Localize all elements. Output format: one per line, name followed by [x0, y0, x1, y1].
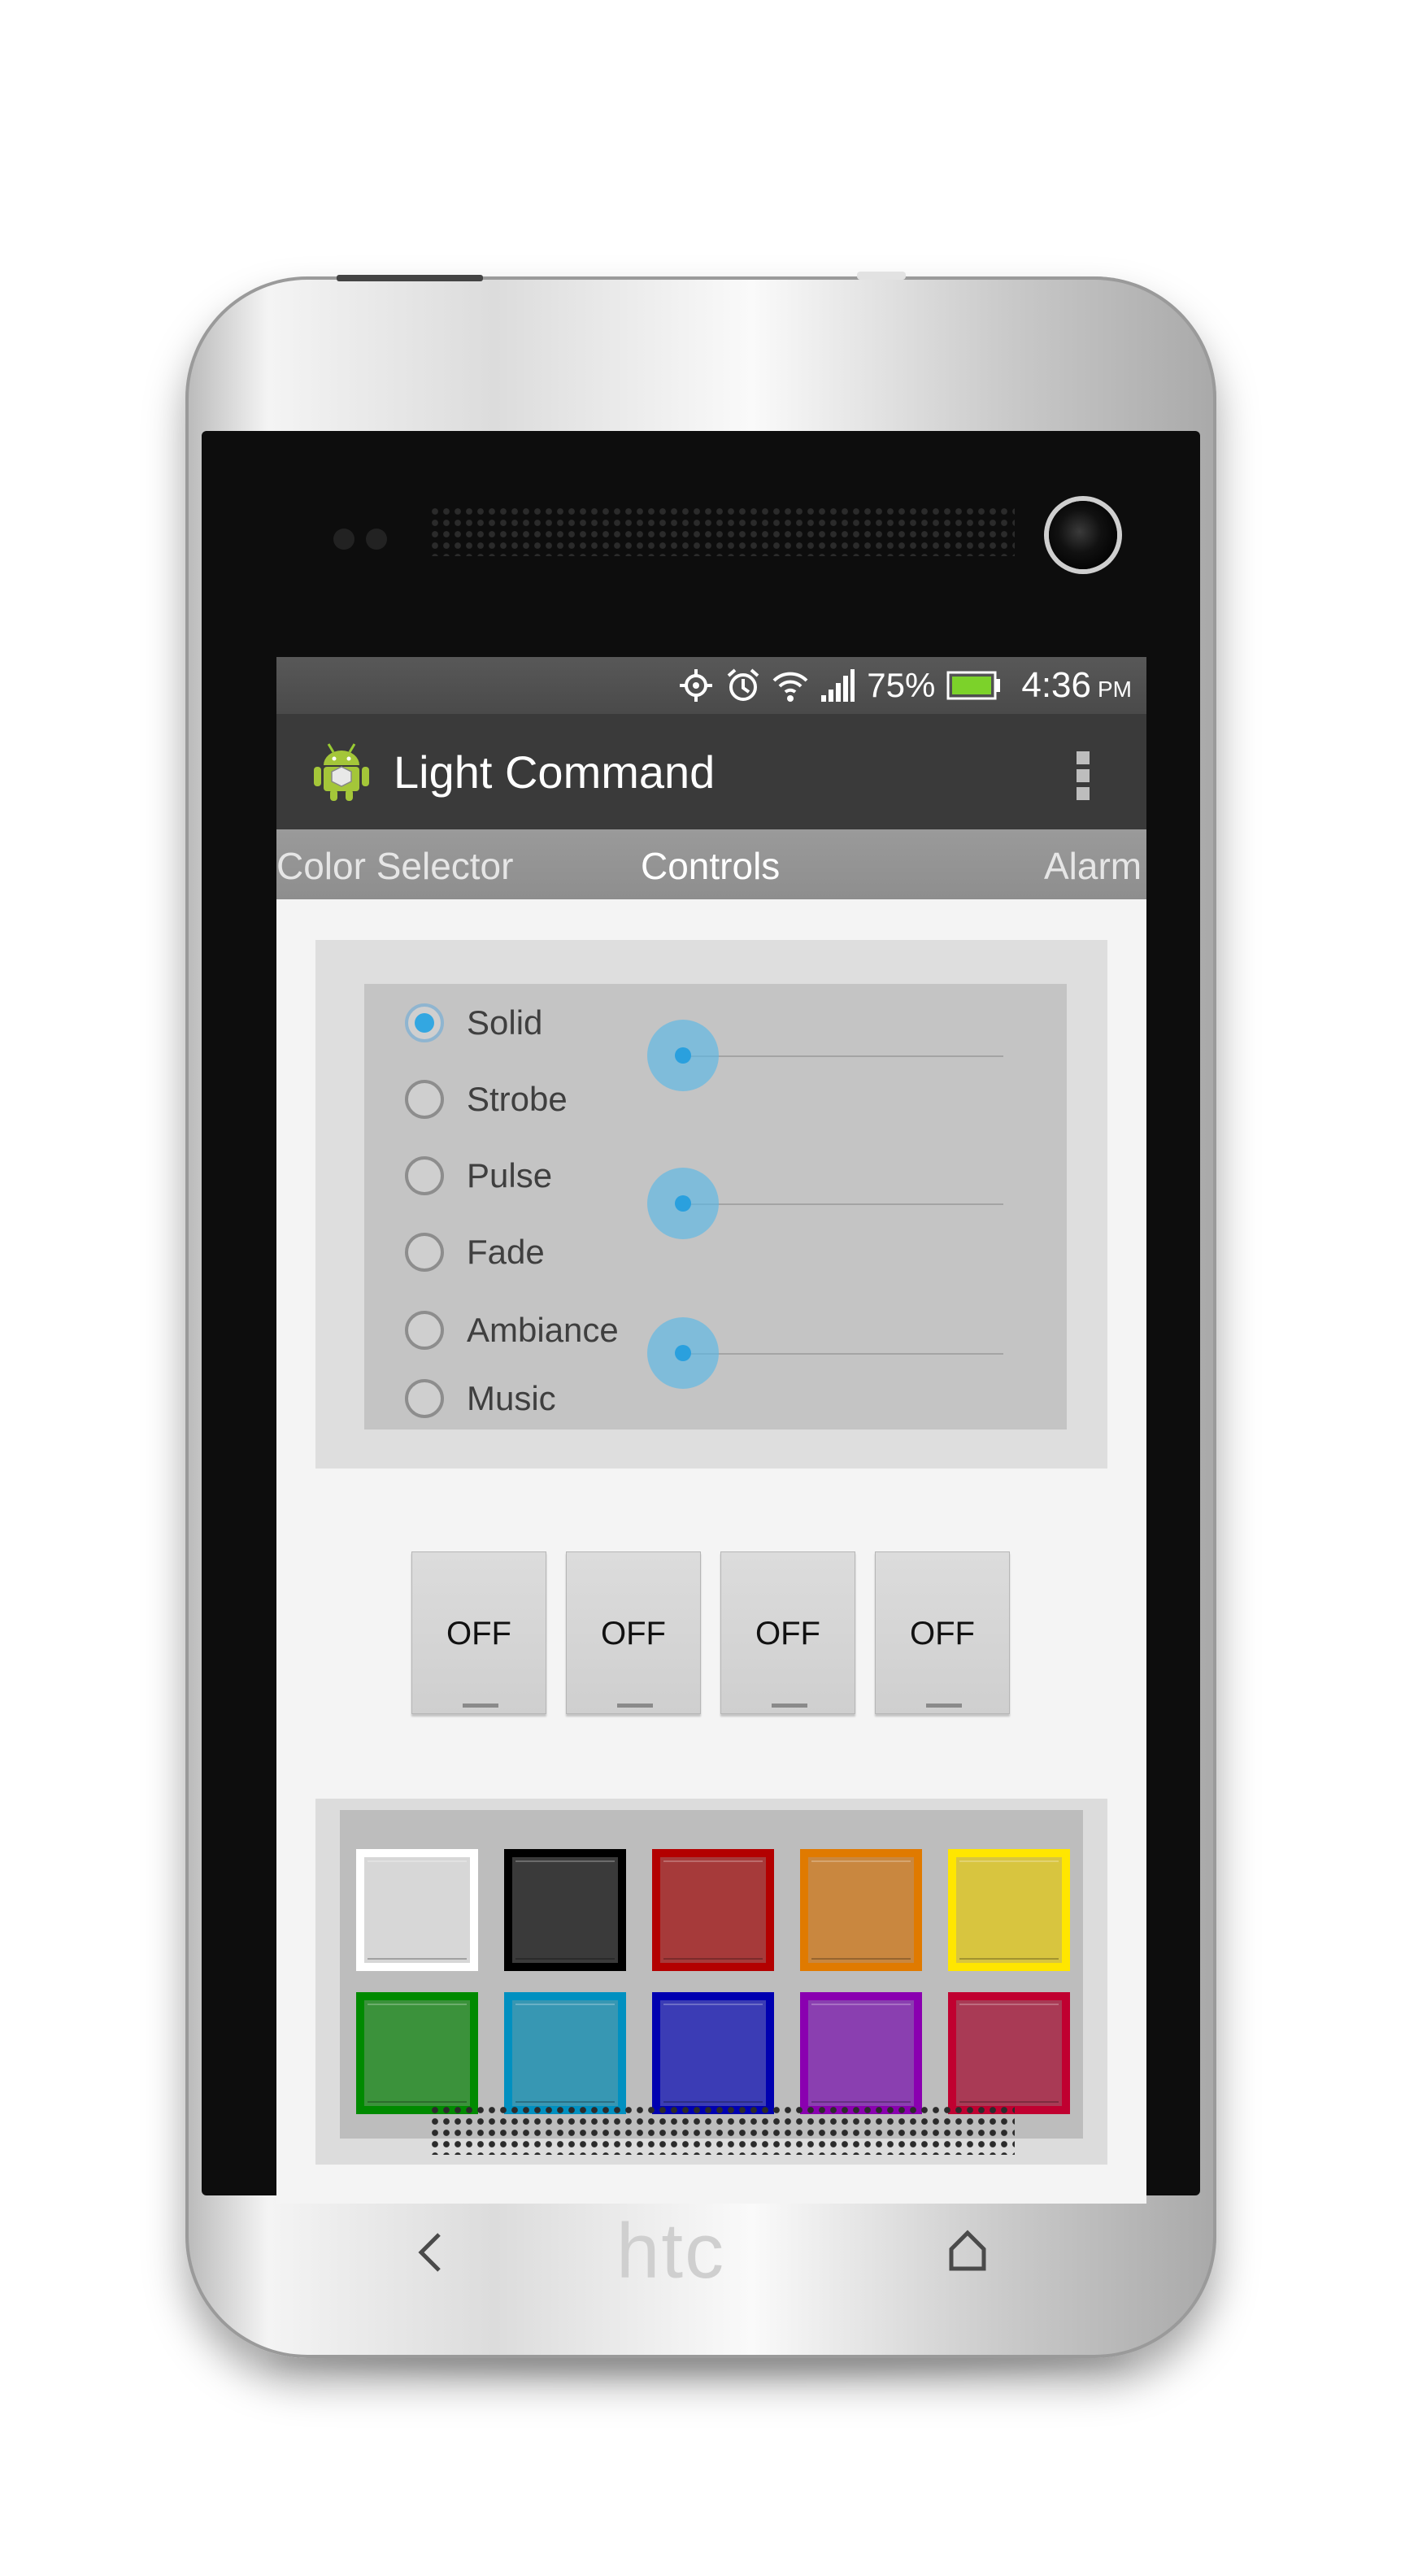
radio-pulse[interactable]: Pulse — [405, 1151, 552, 1200]
power-button — [337, 275, 483, 281]
slider-track — [680, 1203, 1003, 1205]
switch-label: OFF — [601, 1616, 666, 1651]
radio-button[interactable] — [405, 1156, 444, 1195]
slider-thumb[interactable] — [647, 1168, 719, 1239]
slider-1[interactable] — [647, 1020, 1003, 1093]
swatch-fill — [515, 1860, 615, 1960]
tab-strip: Color Selector Controls Alarm — [276, 829, 1146, 899]
color-swatch[interactable] — [356, 1992, 478, 2114]
swatch-fill — [515, 2004, 615, 2103]
android-icon[interactable] — [309, 739, 374, 804]
slider-2[interactable] — [647, 1168, 1003, 1241]
clock-ampm: PM — [1098, 677, 1132, 702]
status-bar: 75% 4:36 PM — [276, 657, 1146, 714]
swatch-fill — [811, 2004, 911, 2103]
radio-label: Music — [467, 1379, 556, 1417]
top-speaker — [429, 506, 1015, 556]
swatch-fill — [663, 1860, 763, 1960]
color-swatch[interactable] — [800, 1849, 922, 1971]
signal-icon — [821, 669, 855, 702]
color-swatch[interactable] — [652, 1992, 774, 2114]
slider-thumb[interactable] — [647, 1317, 719, 1389]
swatch-fill — [959, 2004, 1059, 2103]
alarm-icon — [727, 668, 759, 701]
radio-solid[interactable]: Solid — [405, 999, 542, 1047]
color-swatch[interactable] — [356, 1849, 478, 1971]
color-swatch[interactable] — [800, 1992, 922, 2114]
color-swatch[interactable] — [948, 1849, 1070, 1971]
swatch-fill — [811, 1860, 911, 1960]
battery-percentage: 75% — [867, 666, 936, 704]
radio-music[interactable]: Music — [405, 1374, 556, 1423]
swatch-fill — [663, 2004, 763, 2103]
radio-button[interactable] — [405, 1003, 444, 1042]
clock: 4:36 PM — [1021, 665, 1132, 706]
slider-track — [680, 1353, 1003, 1355]
switch-3-button[interactable]: OFF — [720, 1551, 855, 1714]
color-palette — [340, 1810, 1083, 2139]
slider-thumb[interactable] — [647, 1020, 719, 1091]
switch-2-button[interactable]: OFF — [566, 1551, 701, 1714]
switch-indicator — [463, 1704, 498, 1708]
radio-button[interactable] — [405, 1379, 444, 1418]
color-swatch[interactable] — [948, 1992, 1070, 2114]
clock-time: 4:36 — [1021, 665, 1091, 705]
switch-1-button[interactable]: OFF — [411, 1551, 546, 1714]
radio-button[interactable] — [405, 1233, 444, 1272]
home-icon[interactable] — [943, 2226, 992, 2275]
radio-label: Pulse — [467, 1156, 553, 1194]
slider-3[interactable] — [647, 1317, 1003, 1390]
phone-front: 75% 4:36 PM Light Command Color Selector… — [202, 431, 1200, 2295]
radio-strobe[interactable]: Strobe — [405, 1075, 568, 1124]
switch-label: OFF — [910, 1616, 975, 1651]
radio-label: Ambiance — [467, 1311, 619, 1349]
back-icon[interactable] — [407, 2228, 455, 2277]
tab-color-selector[interactable]: Color Selector — [276, 844, 513, 888]
radio-label: Solid — [467, 1003, 543, 1042]
color-swatch[interactable] — [504, 1849, 626, 1971]
tab-alarm[interactable]: Alarm — [1044, 844, 1142, 888]
gps-icon — [680, 669, 713, 702]
radio-button[interactable] — [405, 1311, 444, 1350]
switch-label: OFF — [446, 1616, 511, 1651]
radio-label: Strobe — [467, 1080, 568, 1118]
screen: 75% 4:36 PM Light Command Color Selector… — [276, 657, 1146, 2204]
proximity-sensors — [333, 529, 398, 554]
radio-fade[interactable]: Fade — [405, 1228, 545, 1277]
front-camera-icon — [1049, 501, 1117, 569]
swatch-fill — [368, 1860, 467, 1960]
battery-icon — [946, 671, 1001, 700]
wifi-icon — [772, 672, 808, 702]
switch-indicator — [617, 1704, 653, 1708]
radio-label: Fade — [467, 1233, 545, 1271]
mode-panel: Solid Strobe Pulse Fade Ambiance Music — [315, 940, 1107, 1469]
swatch-fill — [368, 2004, 467, 2103]
switch-4-button[interactable]: OFF — [875, 1551, 1010, 1714]
color-swatch[interactable] — [504, 1992, 626, 2114]
tab-controls[interactable]: Controls — [641, 844, 780, 888]
ir-blaster — [857, 272, 906, 280]
app-title: Light Command — [394, 746, 716, 798]
switch-indicator — [926, 1704, 962, 1708]
phone-frame: 75% 4:36 PM Light Command Color Selector… — [185, 272, 1216, 2358]
swatch-fill — [959, 1860, 1059, 1960]
radio-button[interactable] — [405, 1080, 444, 1119]
bottom-speaker — [429, 2104, 1015, 2155]
overflow-menu-icon[interactable] — [1077, 751, 1090, 800]
radio-ambiance[interactable]: Ambiance — [405, 1306, 619, 1355]
color-swatch[interactable] — [652, 1849, 774, 1971]
brand-logo: htc — [616, 2208, 726, 2295]
switch-label: OFF — [755, 1616, 820, 1651]
mode-panel-inner: Solid Strobe Pulse Fade Ambiance Music — [364, 984, 1067, 1429]
slider-track — [680, 1055, 1003, 1057]
switch-indicator — [772, 1704, 807, 1708]
controls-page: Solid Strobe Pulse Fade Ambiance Music O… — [276, 899, 1146, 2204]
action-bar: Light Command — [276, 714, 1146, 829]
